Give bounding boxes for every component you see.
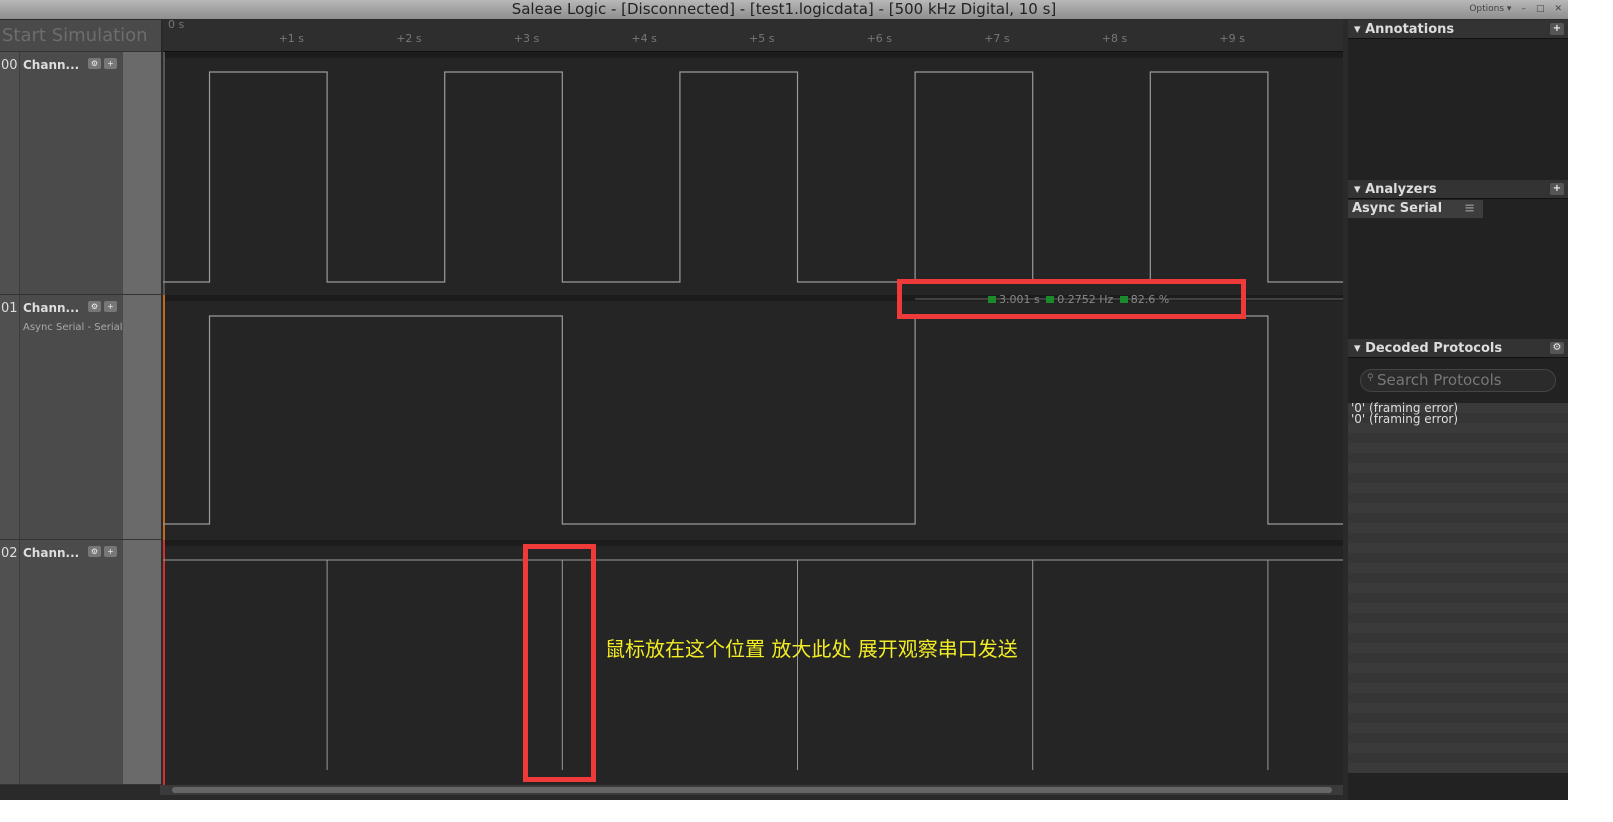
gear-icon[interactable]: ⚙: [88, 546, 101, 557]
annotation-note: 鼠标放在这个位置 放大此处 展开观察串口发送: [605, 637, 1018, 661]
side-panel: ▾ Annotations + ▾ Analyzers + Async Serial…: [1348, 20, 1568, 800]
ruler-origin: 0 s: [168, 18, 185, 31]
channel-number: 01: [0, 295, 20, 539]
horizontal-scrollbar[interactable]: [160, 785, 1343, 795]
channel-list: Start Simulation 00 Chann... ⚙ + 01 Chan…: [0, 20, 161, 785]
channel-name[interactable]: Chann...: [23, 58, 79, 72]
channel-analyzer-label: Async Serial - Serial: [23, 322, 123, 333]
ruler-tick: +9 s: [1219, 32, 1245, 45]
highlight-box: [523, 544, 596, 782]
ruler-tick: +5 s: [749, 32, 775, 45]
channel-row-01[interactable]: 01 Chann... Async Serial - Serial ⚙ +: [0, 295, 161, 540]
ruler-tick: +4 s: [631, 32, 657, 45]
trigger-icon[interactable]: +: [104, 58, 117, 69]
channel-name[interactable]: Chann...: [23, 546, 79, 560]
gear-icon[interactable]: ⚙: [1550, 342, 1564, 354]
analyzers-header[interactable]: ▾ Analyzers +: [1348, 180, 1568, 199]
ruler-tick: +2 s: [396, 32, 422, 45]
window-title: Saleae Logic - [Disconnected] - [test1.l…: [511, 0, 1057, 18]
ruler-tick: +8 s: [1101, 32, 1128, 45]
saleae-logic-window: Saleae Logic - [Disconnected] - [test1.l…: [0, 0, 1568, 800]
ruler-tick: +7 s: [984, 32, 1010, 45]
channel-separator: [163, 540, 1343, 546]
channel-00-waveform: [163, 71, 1343, 283]
channel-color-bar: [163, 295, 165, 540]
waveform-area[interactable]: [163, 52, 1343, 785]
gear-icon[interactable]: ⚙: [88, 58, 101, 69]
search-protocols-input[interactable]: ⚲ Search Protocols: [1360, 369, 1556, 392]
analyzer-item[interactable]: Async Serial ≡: [1348, 200, 1483, 218]
channel-color-bar: [163, 52, 165, 295]
channel-separator: [163, 52, 1343, 58]
menu-icon[interactable]: ≡: [1464, 200, 1475, 218]
annotations-header[interactable]: ▾ Annotations +: [1348, 20, 1568, 39]
close-button[interactable]: ✕: [1554, 0, 1562, 19]
ruler-tick: +6 s: [866, 32, 893, 45]
start-simulation-button[interactable]: Start Simulation: [0, 20, 161, 52]
ruler-tick: +1 s: [278, 32, 305, 45]
add-analyzer-button[interactable]: +: [1550, 183, 1564, 195]
decoded-results-list[interactable]: '0' (framing error) '0' (framing error): [1348, 402, 1568, 773]
channel-color-bar: [163, 540, 165, 785]
highlight-box: [897, 279, 1246, 319]
channel-number: 00: [0, 52, 20, 294]
list-item[interactable]: '0' (framing error): [1348, 413, 1568, 425]
search-icon: ⚲: [1367, 373, 1374, 383]
gear-icon[interactable]: ⚙: [88, 301, 101, 312]
decoded-protocols-header[interactable]: ▾ Decoded Protocols ⚙: [1348, 339, 1568, 358]
channel-row-00[interactable]: 00 Chann... ⚙ +: [0, 52, 161, 295]
maximize-button[interactable]: □: [1536, 0, 1545, 19]
channel-number: 02: [0, 540, 20, 784]
channel-name[interactable]: Chann...: [23, 301, 79, 315]
options-menu[interactable]: Options ▾: [1469, 0, 1511, 19]
trigger-icon[interactable]: +: [104, 301, 117, 312]
minimize-button[interactable]: –: [1521, 0, 1526, 19]
title-bar: Saleae Logic - [Disconnected] - [test1.l…: [0, 0, 1568, 19]
add-annotation-button[interactable]: +: [1550, 23, 1564, 35]
trigger-icon[interactable]: +: [104, 546, 117, 557]
ruler-tick: +3 s: [513, 32, 540, 45]
channel-01-waveform: [163, 315, 1343, 525]
time-ruler[interactable]: 0 s +1 s +2 s +3 s +4 s +5 s +6 s +7 s +8 s +9 s: [163, 18, 1343, 52]
channel-row-02[interactable]: 02 Chann... ⚙ +: [0, 540, 161, 785]
